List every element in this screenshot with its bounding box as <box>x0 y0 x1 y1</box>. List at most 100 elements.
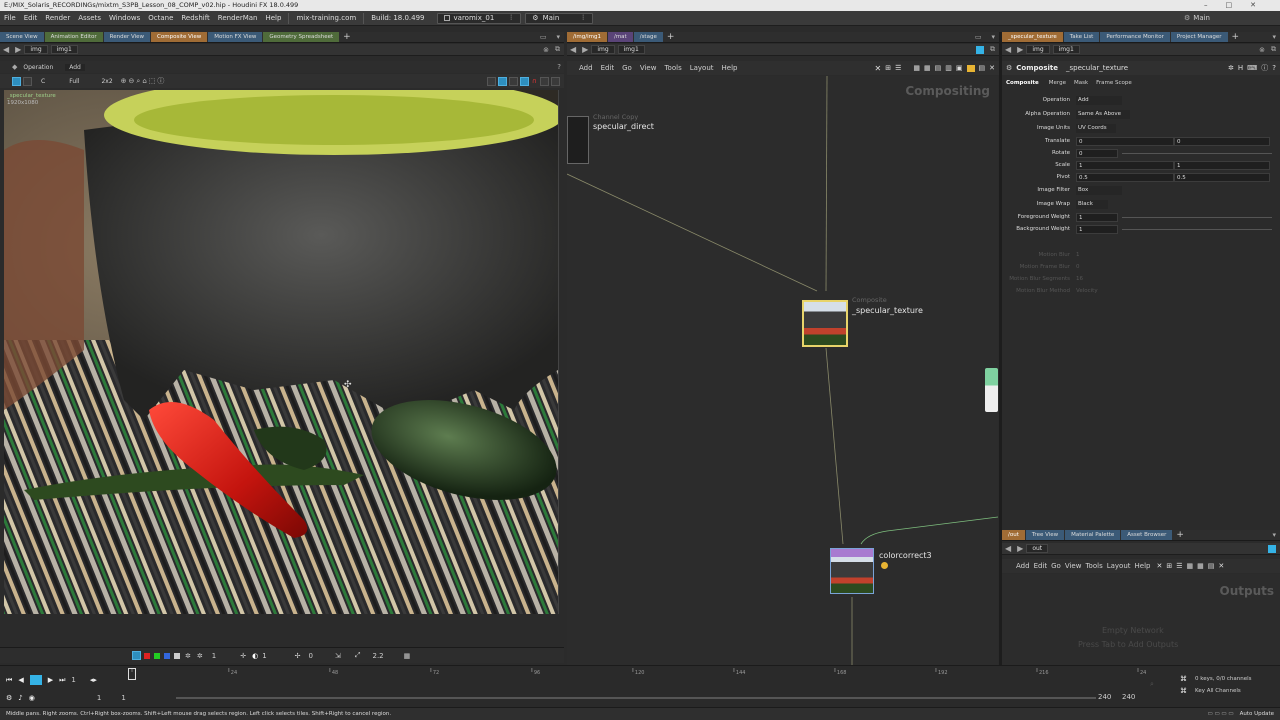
search-icon[interactable]: ⌕ <box>136 77 140 86</box>
list-icon[interactable]: ☰ <box>895 64 901 72</box>
out-menu-layout[interactable]: Layout <box>1107 562 1131 570</box>
menu-windows[interactable]: Windows <box>105 14 144 22</box>
stop-button[interactable] <box>29 675 42 685</box>
pane-close-icon[interactable]: ▾ <box>1272 33 1276 41</box>
net-menu-edit[interactable]: Edit <box>601 64 615 72</box>
right-context[interactable]: ⚙ Main <box>1184 14 1210 22</box>
subtab-mask[interactable]: Mask <box>1074 80 1088 86</box>
list-icon[interactable]: ☰ <box>1176 562 1182 570</box>
range-start-value[interactable]: 1 <box>97 694 101 702</box>
translate-y-field[interactable]: 0 <box>1174 136 1270 146</box>
foreground-weight-slider[interactable] <box>1122 216 1272 218</box>
tools-icon[interactable]: ✕ <box>875 64 882 73</box>
frame-marker[interactable] <box>128 668 136 680</box>
tab-performance-monitor[interactable]: Performance Monitor <box>1100 32 1170 42</box>
close-icon[interactable]: ✕ <box>1218 562 1224 570</box>
tree-icon[interactable]: ⊞ <box>1166 562 1172 570</box>
background-weight-field[interactable]: 1 <box>1076 224 1118 234</box>
timeline-ruler[interactable]: 24 48 72 96 120 144 168 192 216 240 <box>130 668 1146 680</box>
forward-arrow-icon[interactable]: ▶ <box>15 45 21 54</box>
translate-x-field[interactable]: 0 <box>1076 136 1174 146</box>
layout-icon[interactable]: ▤ <box>1208 562 1215 570</box>
help-icon[interactable]: ? <box>557 63 561 71</box>
rgb-channel-button[interactable] <box>132 651 141 660</box>
lut-icon[interactable]: ✢ <box>295 652 301 660</box>
foreground-weight-field[interactable]: 1 <box>1076 212 1118 222</box>
net-menu-layout[interactable]: Layout <box>690 64 714 72</box>
image-wrap-menu[interactable]: Black <box>1076 199 1108 209</box>
gamma-value[interactable]: 2.2 <box>373 652 384 660</box>
back-arrow-icon[interactable]: ◀ <box>3 45 9 54</box>
info-icon[interactable]: ⓘ <box>1261 63 1268 73</box>
grid-icon[interactable]: ▦ <box>1197 562 1204 570</box>
rotate-field[interactable]: 0 <box>1076 148 1118 158</box>
jump-start-icon[interactable]: ⏮ <box>6 676 12 685</box>
out-menu-help[interactable]: Help <box>1135 562 1151 570</box>
menu-redshift[interactable]: Redshift <box>177 14 213 22</box>
net-menu-tools[interactable]: Tools <box>664 64 681 72</box>
menu-assets[interactable]: Assets <box>74 14 105 22</box>
forward-arrow-icon[interactable]: ▶ <box>1017 544 1023 553</box>
pane-menu-icon[interactable]: ▭ <box>975 33 982 41</box>
path-crumb-img1[interactable]: img1 <box>1052 45 1080 54</box>
layout-icon[interactable]: ▥ <box>945 64 952 72</box>
tab-project-manager[interactable]: Project Manager <box>1170 32 1228 42</box>
net-menu-go[interactable]: Go <box>622 64 632 72</box>
pane-close-icon[interactable]: ▾ <box>556 33 560 41</box>
tools-icon[interactable]: ✕ <box>1156 562 1162 570</box>
view-mode-button[interactable] <box>12 76 21 86</box>
node-colorcorrect[interactable]: colorcorrect3 <box>830 548 932 594</box>
context-selector[interactable]: ⚙ Main ⋮ <box>525 12 594 24</box>
key-all-channels[interactable]: Key All Channels <box>1195 688 1241 694</box>
pivot-x-field[interactable]: 0.5 <box>1076 172 1174 182</box>
layout-button[interactable] <box>540 76 549 86</box>
wire-button[interactable] <box>23 76 32 86</box>
tab-img-img1[interactable]: /img/img1 <box>567 32 607 42</box>
current-frame-value[interactable]: 1 <box>71 676 75 684</box>
display-icon[interactable]: ▤ <box>979 64 986 72</box>
pin-icon[interactable] <box>1268 544 1276 553</box>
out-menu-add[interactable]: Add <box>1016 562 1030 570</box>
link-icon[interactable]: ⧉ <box>1271 45 1276 54</box>
zero-value[interactable]: 0 <box>309 652 313 660</box>
node-composite[interactable]: Composite _specular_texture <box>802 296 923 347</box>
search-icon[interactable]: ⌕ <box>1150 680 1154 689</box>
menu-help[interactable]: Help <box>261 14 285 22</box>
out-menu-go[interactable]: Go <box>1051 562 1061 570</box>
script-icon[interactable]: ⌨ <box>1247 64 1257 72</box>
blue-channel-icon[interactable] <box>164 652 170 659</box>
add-tab-icon[interactable]: + <box>1176 530 1184 540</box>
sticky-note-icon[interactable] <box>966 64 975 72</box>
alpha-channel-icon[interactable] <box>174 652 180 659</box>
tab-out[interactable]: /out <box>1002 530 1025 540</box>
grid-icon[interactable]: ▦ <box>1187 562 1194 570</box>
magnet-icon[interactable]: ∩ <box>532 77 537 85</box>
forward-arrow-icon[interactable]: ▶ <box>582 45 588 54</box>
link-icon[interactable]: ⧉ <box>555 45 560 54</box>
pane-menu-icon[interactable]: ▭ <box>540 33 547 41</box>
compare-button[interactable] <box>508 76 518 86</box>
tab-geometry-spreadsheet[interactable]: Geometry Spreadsheet <box>263 32 340 42</box>
menu-octane[interactable]: Octane <box>144 14 177 22</box>
out-menu-edit[interactable]: Edit <box>1034 562 1048 570</box>
step-back-icon[interactable]: ◀ <box>18 676 23 684</box>
pin-icon[interactable]: ⊗ <box>1259 46 1265 54</box>
pin-icon[interactable] <box>976 45 984 54</box>
close-icon[interactable]: ✕ <box>1250 1 1274 9</box>
net-menu-add[interactable]: Add <box>579 64 593 72</box>
alpha-operation-menu[interactable]: Same As Above <box>1076 109 1130 119</box>
window-controls[interactable]: –□✕ <box>1204 1 1274 9</box>
network-box-icon[interactable]: ▣ <box>956 64 963 72</box>
scroll-handle[interactable] <box>985 368 998 412</box>
zoom-out-icon[interactable]: ⊖ <box>129 77 135 85</box>
zoom-dropdown[interactable]: 2x2 <box>101 78 112 85</box>
range-end-value[interactable]: 240 <box>1098 693 1111 701</box>
jump-end-icon[interactable]: ⏭ <box>59 676 65 685</box>
tab-scene-view[interactable]: Scene View <box>0 32 44 42</box>
network-editor[interactable]: Compositing Channel Copy specular_direct… <box>567 76 998 666</box>
path-crumb-img1[interactable]: img1 <box>617 45 645 54</box>
grid-button[interactable] <box>486 76 496 86</box>
scale-y-field[interactable]: 1 <box>1174 160 1270 170</box>
path-crumb-img[interactable]: img <box>591 45 615 54</box>
node-channel-copy[interactable]: Channel Copy specular_direct <box>567 113 654 164</box>
